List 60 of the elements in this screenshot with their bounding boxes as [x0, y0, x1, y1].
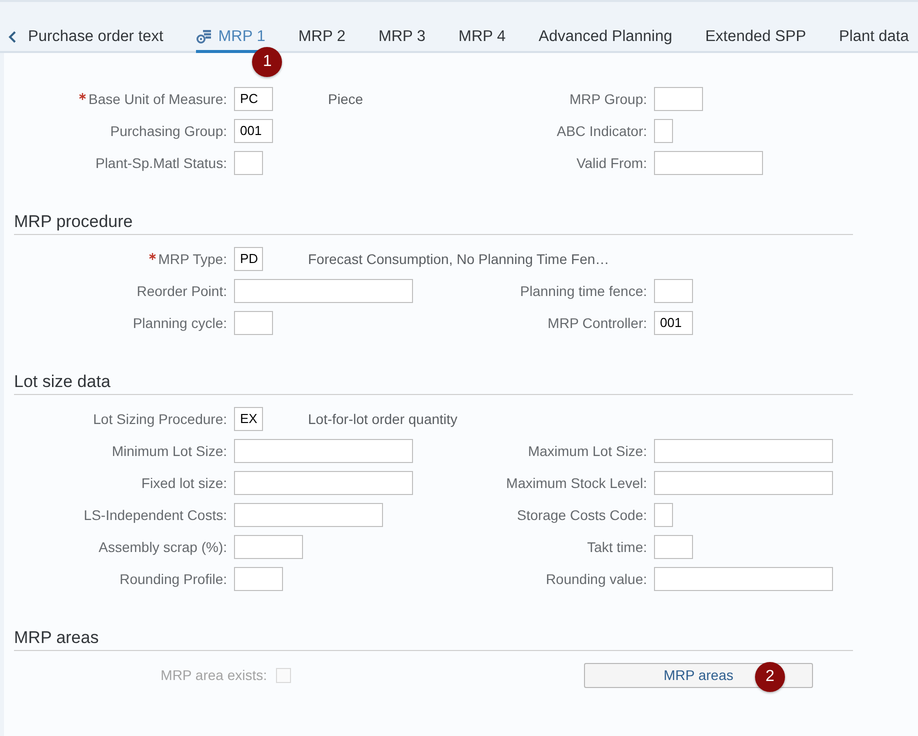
input-field[interactable]	[234, 471, 413, 495]
tab[interactable]: MRP 2	[298, 27, 346, 53]
field-label: Fixed lot size:	[141, 475, 227, 491]
input-field[interactable]	[654, 439, 833, 463]
tab[interactable]: Plant data	[839, 27, 909, 53]
input-field[interactable]: PC	[234, 87, 273, 111]
input-field[interactable]	[654, 119, 673, 143]
field-label: Maximum Stock Level:	[506, 475, 647, 491]
field-label: Takt time:	[587, 539, 647, 555]
input-field[interactable]	[234, 151, 263, 175]
input-field[interactable]	[234, 311, 273, 335]
field-label: Planning time fence:	[520, 283, 647, 299]
input-field[interactable]: 001	[654, 311, 693, 335]
field-label: Storage Costs Code:	[517, 507, 647, 523]
input-field[interactable]	[654, 567, 833, 591]
input-field[interactable]: PD	[234, 247, 263, 271]
field-description: Forecast Consumption, No Planning Time Fen…	[308, 251, 610, 267]
chevron-left-icon[interactable]	[8, 31, 16, 43]
field-label: Valid From:	[576, 155, 647, 171]
step-marker: 2	[755, 662, 785, 692]
field-label: Minimum Lot Size:	[112, 443, 227, 459]
input-field[interactable]	[234, 279, 413, 303]
input-field[interactable]	[234, 535, 303, 559]
section-heading: MRP areas	[14, 628, 99, 647]
input-field[interactable]	[654, 503, 673, 527]
input-field[interactable]	[654, 279, 693, 303]
input-field[interactable]	[654, 535, 693, 559]
tab[interactable]: Purchase order text	[28, 27, 164, 53]
field-label: Assembly scrap (%):	[98, 539, 227, 555]
field-label: Maximum Lot Size:	[528, 443, 647, 459]
input-field[interactable]: 001	[234, 119, 273, 143]
tab[interactable]: MRP 4	[458, 27, 506, 53]
input-field[interactable]	[234, 503, 383, 527]
section-heading: MRP procedure	[14, 212, 133, 231]
field-label: MRP area exists:	[160, 667, 267, 683]
field-label: Planning cycle:	[132, 315, 227, 331]
tab[interactable]: Advanced Planning	[538, 27, 672, 53]
field-label: Plant-Sp.Matl Status:	[95, 155, 227, 171]
input-field[interactable]: EX	[234, 407, 263, 431]
input-field[interactable]	[654, 471, 833, 495]
field-label: Rounding value:	[546, 571, 647, 587]
section-heading: Lot size data	[14, 372, 110, 391]
field-label: MRP Type:	[158, 251, 227, 267]
field-label: MRP Controller:	[548, 315, 647, 331]
input-field[interactable]	[654, 87, 703, 111]
input-field[interactable]	[654, 151, 763, 175]
input-field[interactable]	[234, 567, 283, 591]
input-field[interactable]	[234, 439, 413, 463]
tab[interactable]: Extended SPP	[705, 27, 806, 53]
field-description: Piece	[328, 91, 364, 107]
field-label: Rounding Profile:	[120, 571, 227, 587]
field-label: ABC Indicator:	[556, 123, 647, 139]
field-label: MRP Group:	[569, 91, 647, 107]
field-label: Purchasing Group:	[110, 123, 227, 139]
field-label: LS-Independent Costs:	[84, 507, 227, 523]
field-description: Lot-for-lot order quantity	[308, 411, 458, 427]
tab[interactable]: MRP 3	[378, 27, 426, 53]
field-label: Reorder Point:	[136, 283, 227, 299]
field-label: Lot Sizing Procedure:	[93, 411, 227, 427]
field-label: Base Unit of Measure:	[88, 91, 227, 107]
